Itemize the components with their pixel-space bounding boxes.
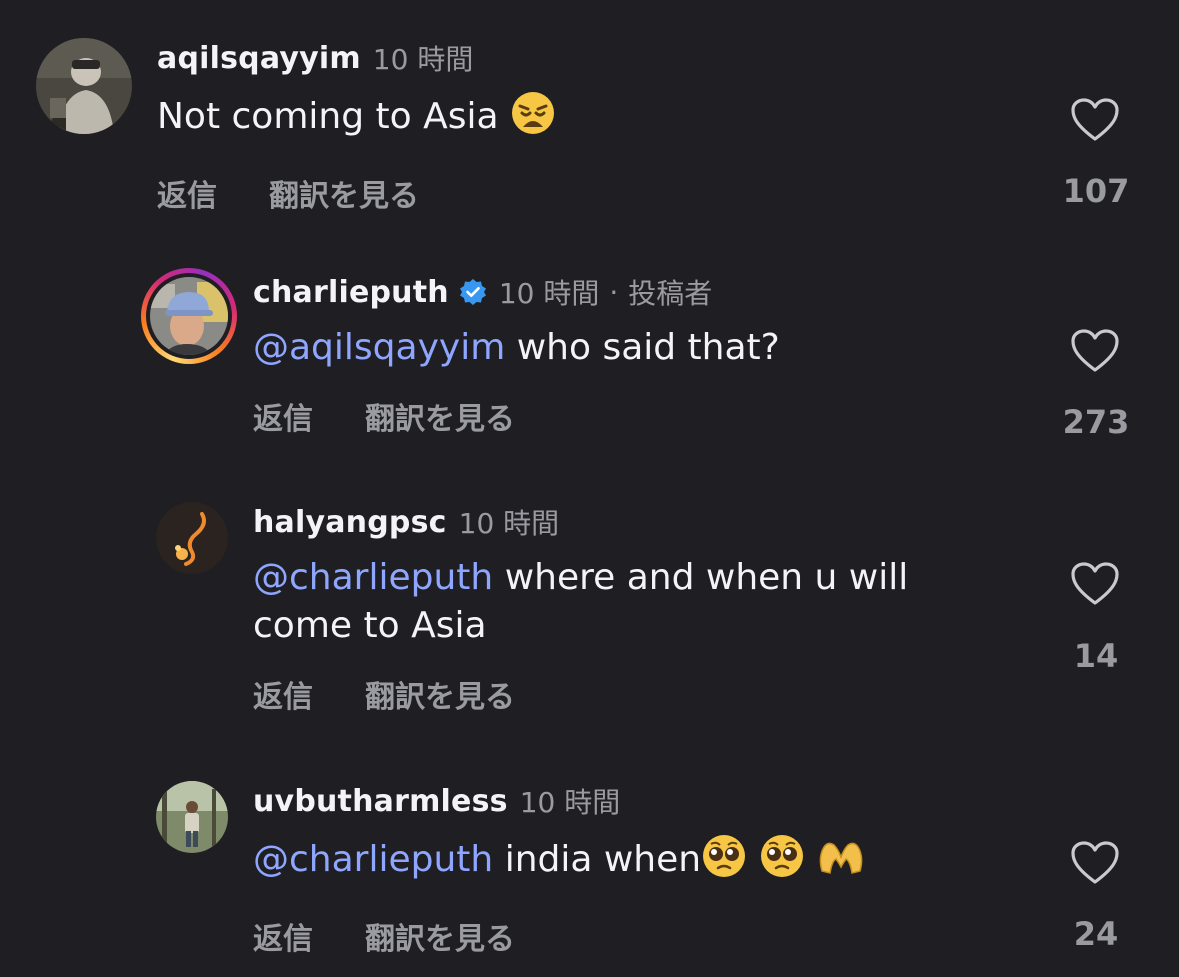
author-tag: 投稿者 [628,277,713,310]
see-translation-button[interactable]: 翻訳を見る [365,394,515,438]
pleading-face-emoji-icon [701,833,747,892]
heart-icon[interactable] [1070,840,1120,886]
reply-button[interactable]: 返信 [253,672,313,716]
avatar-charlieputh[interactable] [141,268,237,364]
comment-body: who said that? [516,327,780,368]
like-button[interactable] [1068,97,1122,143]
reply-button[interactable]: 返信 [253,394,313,438]
username[interactable]: uvbutharmless [253,784,508,819]
comment-text: @charlieputh india when [253,833,973,892]
comment-text: @charlieputh where and when u will come … [253,554,973,650]
see-translation-button[interactable]: 翻訳を見る [365,914,515,958]
avatar-halyangpsc[interactable] [156,502,228,574]
see-translation-button[interactable]: 翻訳を見る [365,672,515,716]
comment-text: @aqilsqayyim who said that? [253,324,973,372]
like-count: 273 [1062,403,1130,441]
username[interactable]: halyangpsc [253,505,447,540]
separator-dot: · [609,275,619,309]
comment-text: Not coming to Asia [157,90,877,149]
mention-link[interactable]: @aqilsqayyim [253,327,505,368]
username[interactable]: aqilsqayyim [157,41,361,76]
like-button[interactable] [1068,328,1122,374]
comment-body: india when [504,839,702,880]
like-button[interactable] [1068,561,1122,607]
reply-button[interactable]: 返信 [253,914,313,958]
comment-time: 10 時間 [458,507,560,540]
reply-button[interactable]: 返信 [157,171,217,215]
weary-face-emoji-icon [510,90,556,149]
comment-time: 10 時間 [519,786,621,819]
heart-hands-emoji-icon [816,833,866,892]
verified-badge-icon [459,278,487,306]
like-count: 24 [1073,915,1119,953]
mention-link[interactable]: @charlieputh [253,557,493,598]
heart-icon[interactable] [1070,328,1120,374]
like-count: 14 [1073,637,1119,675]
avatar-uvbutharmless[interactable] [156,781,228,853]
mention-link[interactable]: @charlieputh [253,839,493,880]
like-count: 107 [1062,172,1130,210]
heart-icon[interactable] [1070,561,1120,607]
comment-body: Not coming to Asia [157,96,499,137]
username[interactable]: charlieputh [253,275,449,310]
pleading-face-emoji-icon [759,833,805,892]
like-button[interactable] [1068,840,1122,886]
comment-time: 10 時間 [372,43,474,76]
comment-time: 10 時間 [498,277,600,310]
heart-icon[interactable] [1070,97,1120,143]
see-translation-button[interactable]: 翻訳を見る [269,171,419,215]
avatar-aqilsqayyim[interactable] [36,38,132,134]
